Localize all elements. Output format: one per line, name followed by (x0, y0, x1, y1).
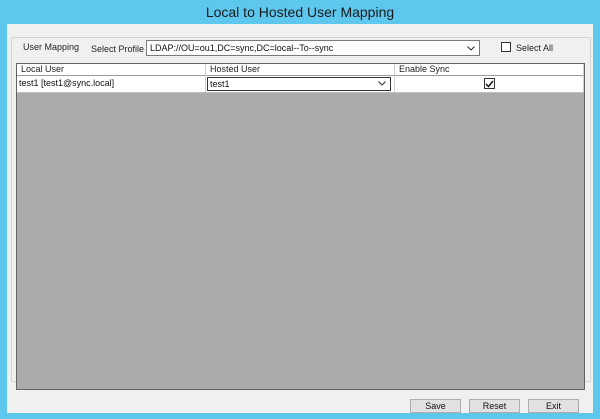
column-header-enable-sync[interactable]: Enable Sync (395, 64, 584, 76)
chevron-down-icon[interactable] (466, 41, 476, 55)
select-profile-label: Select Profile (91, 44, 145, 54)
title-bar: Local to Hosted User Mapping (0, 0, 600, 24)
group-legend: User Mapping (20, 42, 83, 52)
local-user-cell[interactable]: test1 [test1@sync.local] (17, 76, 206, 92)
select-all-checkbox[interactable] (501, 42, 511, 52)
table-row[interactable]: test1 [test1@sync.local] test1 (17, 76, 584, 93)
user-mapping-grid[interactable]: Local User Hosted User Enable Sync test1… (16, 63, 585, 390)
chevron-down-icon[interactable] (377, 78, 387, 89)
save-button[interactable]: Save (410, 399, 461, 413)
column-header-local-user[interactable]: Local User (17, 64, 206, 76)
check-icon (485, 80, 494, 88)
profile-dropdown[interactable]: LDAP://OU=ou1,DC=sync,DC=local--To--sync (146, 40, 480, 56)
exit-button[interactable]: Exit (528, 399, 579, 413)
grid-header: Local User Hosted User Enable Sync (17, 64, 584, 76)
hosted-user-value: test1 (210, 79, 230, 89)
enable-sync-checkbox[interactable] (484, 78, 495, 89)
enable-sync-cell[interactable] (395, 76, 584, 92)
column-header-hosted-user[interactable]: Hosted User (206, 64, 395, 76)
hosted-user-dropdown[interactable]: test1 (207, 77, 391, 91)
window-title: Local to Hosted User Mapping (205, 4, 395, 20)
dialog-client-area: User Mapping Select Profile LDAP://OU=ou… (7, 24, 593, 413)
reset-button[interactable]: Reset (469, 399, 520, 413)
profile-dropdown-value: LDAP://OU=ou1,DC=sync,DC=local--To--sync (150, 43, 334, 53)
hosted-user-cell[interactable]: test1 (206, 76, 395, 92)
select-all-label[interactable]: Select All (516, 43, 553, 53)
